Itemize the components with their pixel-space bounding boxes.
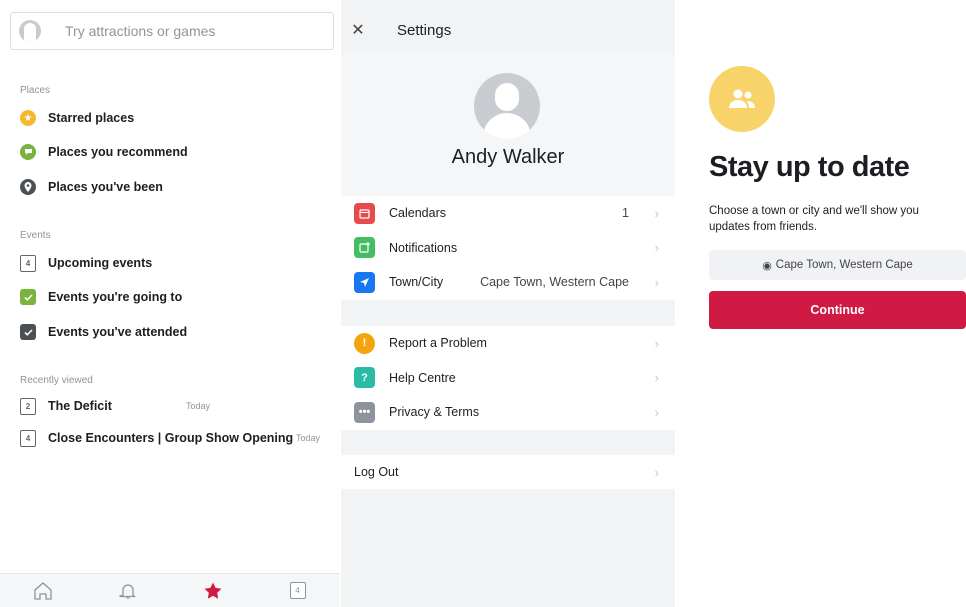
speech-bubble-icon [20, 144, 36, 160]
map-pin-icon [20, 179, 36, 195]
starred-places-label: Starred places [48, 111, 135, 125]
chevron-right-icon: › [654, 240, 659, 256]
recent-item-deficit[interactable]: 2 The Deficit Today [20, 395, 320, 417]
stay-up-to-date-panel: Stay up to date Choose a town or city an… [676, 0, 966, 607]
recent-item-time: Today [296, 433, 321, 443]
stay-description: Choose a town or city and we'll show you… [709, 205, 919, 233]
nav-calendar-button[interactable]: 4 [278, 576, 318, 606]
report-problem-row[interactable]: ! Report a Problem › [341, 326, 675, 361]
chevron-right-icon: › [654, 274, 659, 290]
events-going-label: Events you're going to [48, 290, 183, 304]
close-icon[interactable]: ✕ [347, 20, 369, 40]
chevron-right-icon: › [654, 370, 659, 386]
location-icon: ◉ [762, 259, 772, 272]
calendar-icon: 4 [289, 582, 306, 599]
logout-label: Log Out [354, 465, 399, 479]
star-icon: ★ [20, 110, 36, 126]
check-icon [20, 289, 36, 305]
check-icon [20, 324, 36, 340]
privacy-terms-label: Privacy & Terms [389, 405, 480, 420]
recent-item-label: The Deficit [48, 399, 112, 413]
settings-panel: ✕ Settings Andy Walker Calendars 1 › Not… [341, 0, 675, 607]
places-recommend-label: Places you recommend [48, 145, 188, 159]
places-section-label: Places [20, 85, 51, 96]
nav-home-button[interactable] [23, 576, 63, 606]
nav-starred-button[interactable] [193, 576, 233, 606]
calendars-count: 1 [622, 206, 629, 221]
search-input[interactable] [65, 23, 333, 39]
chevron-right-icon: › [654, 404, 659, 420]
more-dots-icon: ••• [354, 401, 375, 423]
events-going-item[interactable]: Events you're going to [20, 286, 182, 308]
page-title: Stay up to date [709, 151, 910, 183]
events-attended-label: Events you've attended [48, 325, 188, 339]
profile-name: Andy Walker [451, 146, 565, 168]
settings-group-main: Calendars 1 › Notifications › Town/City … [341, 196, 675, 300]
settings-header: ✕ Settings [341, 8, 675, 52]
profile-section: Andy Walker [341, 52, 675, 196]
notifications-row[interactable]: Notifications › [341, 231, 675, 266]
calendar-icon: 2 [20, 397, 36, 415]
upcoming-events-label: Upcoming events [48, 256, 153, 270]
notifications-label: Notifications [389, 240, 458, 255]
report-problem-label: Report a Problem [389, 336, 487, 351]
friends-badge [709, 66, 775, 132]
town-city-label: Town/City [389, 275, 444, 290]
chevron-right-icon: › [654, 335, 659, 351]
help-centre-label: Help Centre [389, 370, 456, 385]
notification-icon [354, 237, 375, 259]
places-recommend-item[interactable]: Places you recommend [20, 141, 188, 163]
places-been-label: Places you've been [48, 180, 163, 194]
nav-notifications-button[interactable] [108, 576, 148, 606]
location-arrow-icon [354, 271, 375, 293]
calendar-icon: 4 [20, 429, 36, 447]
calendar-icon: 4 [20, 254, 36, 272]
calendars-label: Calendars [389, 206, 446, 221]
privacy-terms-row[interactable]: ••• Privacy & Terms › [341, 395, 675, 430]
logout-row[interactable]: Log Out › [341, 455, 675, 489]
chevron-right-icon: › [654, 205, 659, 221]
calendars-row[interactable]: Calendars 1 › [341, 196, 675, 231]
star-icon [204, 582, 221, 599]
location-selector[interactable]: ◉ Cape Town, Western Cape [709, 250, 966, 280]
home-icon [33, 581, 52, 600]
recent-item-close-encounters[interactable]: 4 Close Encounters | Group Show Opening … [20, 427, 335, 449]
places-been-item[interactable]: Places you've been [20, 176, 163, 198]
town-city-row[interactable]: Town/City Cape Town, Western Cape › [341, 265, 675, 300]
recent-item-label: Close Encounters | Group Show Opening [48, 431, 294, 445]
upcoming-events-item[interactable]: 4 Upcoming events [20, 252, 152, 274]
people-icon [729, 89, 755, 108]
events-section-label: Events [20, 230, 51, 241]
location-value: Cape Town, Western Cape [775, 259, 913, 271]
explore-panel: Places ★ Starred places Places you recom… [0, 0, 340, 607]
question-icon: ? [354, 367, 375, 389]
search-bar[interactable] [10, 12, 334, 50]
calendar-icon [354, 202, 375, 224]
chevron-right-icon: › [654, 464, 659, 480]
avatar[interactable] [474, 73, 540, 139]
user-avatar-icon[interactable] [19, 20, 41, 42]
recently-viewed-label: Recently viewed [20, 375, 93, 386]
starred-places-item[interactable]: ★ Starred places [20, 107, 134, 129]
settings-group-support: ! Report a Problem › ? Help Centre › •••… [341, 326, 675, 430]
help-centre-row[interactable]: ? Help Centre › [341, 361, 675, 396]
bottom-navigation: 4 [0, 573, 340, 607]
page-title: Settings [397, 21, 452, 39]
town-city-value: Cape Town, Western Cape [480, 275, 629, 290]
recent-item-time: Today [186, 401, 211, 411]
continue-button[interactable]: Continue [709, 291, 966, 329]
bell-icon [118, 583, 136, 599]
alert-icon: ! [354, 332, 375, 354]
events-attended-item[interactable]: Events you've attended [20, 321, 187, 343]
